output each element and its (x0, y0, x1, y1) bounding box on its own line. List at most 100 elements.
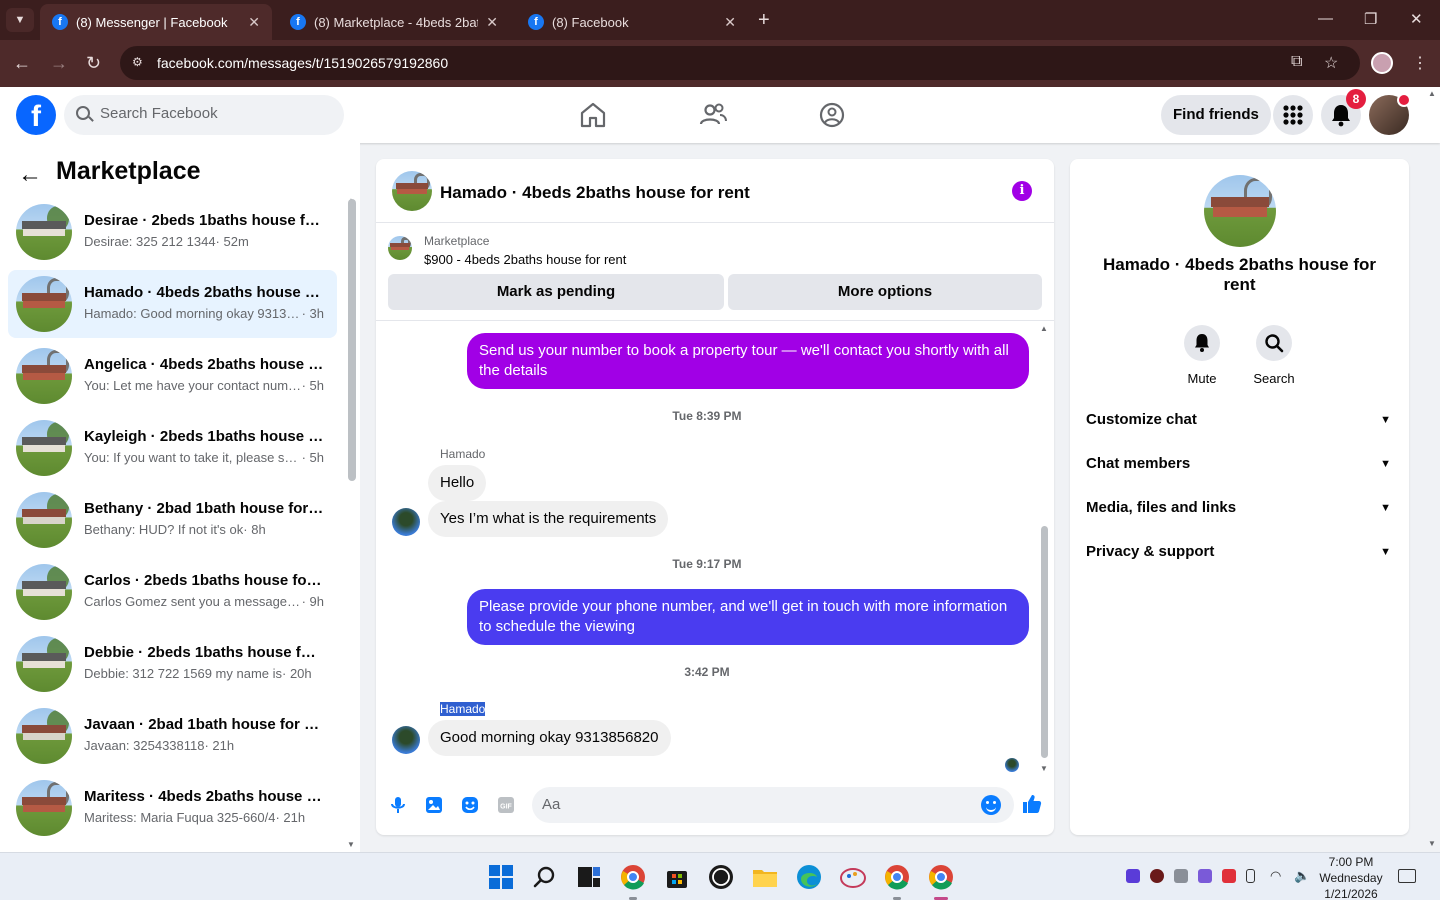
tray-app-icon[interactable] (1222, 869, 1236, 883)
close-tab-icon[interactable]: ✕ (724, 14, 736, 31)
conversation-item[interactable]: Kayleigh · 2beds 1baths house for rent Yo… (8, 414, 337, 482)
chrome-active-icon[interactable] (927, 863, 955, 891)
task-view-icon[interactable] (575, 863, 603, 891)
tray-app-icon[interactable] (1150, 869, 1164, 883)
media-files-links-section[interactable]: Media, files and links ▼ (1086, 486, 1393, 530)
more-options-button[interactable]: More options (728, 274, 1042, 310)
notification-center-icon[interactable] (1398, 869, 1416, 883)
conversation-item[interactable]: Bethany · 2bad 1bath house for rent Betha… (8, 486, 337, 554)
reload-icon[interactable]: ↻ (86, 52, 101, 74)
whatsapp-icon[interactable] (707, 863, 735, 891)
tray-app-icon[interactable] (1126, 869, 1140, 883)
conversation-item[interactable]: Hamado · 4beds 2baths house for rent Hama… (8, 270, 337, 338)
install-app-icon[interactable]: ⧉ (1291, 53, 1302, 71)
close-tab-icon[interactable]: ✕ (248, 14, 260, 31)
sticker-icon[interactable] (460, 795, 480, 815)
scroll-down-icon[interactable]: ▼ (347, 840, 355, 849)
incoming-message[interactable]: Good morning okay 9313856820 (428, 720, 671, 756)
conversation-item[interactable]: Debbie · 2beds 1baths house for rent Debb… (8, 630, 337, 698)
mute-button[interactable]: Mute (1172, 325, 1232, 386)
outgoing-message[interactable]: Please provide your phone number, and we… (467, 589, 1029, 645)
scroll-down-icon[interactable]: ▼ (1040, 764, 1048, 773)
mark-as-pending-button[interactable]: Mark as pending (388, 274, 724, 310)
conversation-item[interactable]: Maritess · 4beds 2baths house for rent Ma… (8, 774, 337, 842)
site-info-icon[interactable]: ⚙ (132, 55, 143, 69)
battery-icon[interactable] (1246, 869, 1255, 883)
new-tab-button[interactable]: + (758, 8, 770, 32)
privacy-support-section[interactable]: Privacy & support ▼ (1086, 530, 1393, 574)
back-arrow-icon[interactable]: ← (13, 52, 31, 74)
forward-arrow-icon[interactable]: → (50, 52, 68, 74)
url-text[interactable]: facebook.com/messages/t/1519026579192860 (157, 55, 448, 71)
chrome-profile-icon[interactable] (883, 863, 911, 891)
listing-thumbnail[interactable] (392, 171, 432, 211)
account-avatar[interactable] (1369, 93, 1411, 135)
thumbs-up-icon[interactable] (1021, 793, 1043, 815)
minimize-icon[interactable]: — (1318, 10, 1333, 27)
microphone-icon[interactable] (388, 795, 408, 815)
customize-chat-section[interactable]: Customize chat ▼ (1086, 398, 1393, 442)
chat-scrollbar[interactable] (1041, 526, 1048, 758)
info-icon[interactable]: i (1012, 181, 1032, 201)
conversation-item[interactable]: Desirae · 2beds 1baths house for rent Des… (8, 198, 337, 266)
tab-marketplace[interactable]: f (8) Marketplace - 4beds 2baths ✕ (278, 4, 510, 40)
browser-profile-avatar[interactable] (1371, 52, 1393, 74)
wifi-icon[interactable]: ◠ (1270, 869, 1284, 883)
menu-grid-button[interactable] (1273, 95, 1313, 135)
windows-start-icon[interactable] (487, 863, 515, 891)
facebook-search[interactable] (64, 95, 344, 135)
search-icon[interactable] (531, 863, 559, 891)
search-label: Search (1253, 371, 1295, 386)
conversation-name: Javaan · 2bad 1bath house for rent (84, 716, 324, 733)
facebook-search-input[interactable] (100, 105, 330, 122)
listing-avatar[interactable] (1204, 175, 1276, 247)
outgoing-message[interactable]: Send us your number to book a property t… (467, 333, 1029, 389)
close-tab-icon[interactable]: ✕ (486, 14, 498, 31)
groups-icon[interactable] (816, 99, 848, 131)
page-scroll-down-icon[interactable]: ▼ (1428, 839, 1436, 848)
message-input[interactable] (542, 796, 962, 813)
home-icon[interactable] (577, 99, 609, 131)
photo-icon[interactable] (424, 795, 444, 815)
conversation-item[interactable]: Carlos · 2beds 1baths house for rent Carl… (8, 558, 337, 626)
listing-small-thumbnail[interactable] (388, 236, 412, 260)
page-scroll-up-icon[interactable]: ▲ (1428, 89, 1436, 98)
file-explorer-icon[interactable] (751, 863, 779, 891)
sender-avatar[interactable] (392, 508, 420, 536)
chat-title[interactable]: Hamado · 4beds 2baths house for rent (440, 183, 750, 203)
conversation-item[interactable]: Angelica · 4beds 2baths house for rent Yo… (8, 342, 337, 410)
friends-icon[interactable] (697, 99, 729, 131)
scroll-up-icon[interactable]: ▲ (1040, 324, 1048, 333)
incoming-message[interactable]: Yes I’m what is the requirements (428, 501, 669, 537)
maximize-icon[interactable]: ❐ (1364, 10, 1377, 28)
volume-icon[interactable]: 🔈 (1294, 869, 1310, 883)
browser-menu-icon[interactable]: ⋮ (1412, 53, 1428, 73)
microsoft-store-icon[interactable] (663, 863, 691, 891)
tab-messenger[interactable]: f (8) Messenger | Facebook ✕ (40, 4, 272, 40)
close-window-icon[interactable]: ✕ (1410, 10, 1423, 28)
conversation-list-scrollbar[interactable] (348, 199, 356, 481)
edge-icon[interactable] (795, 863, 823, 891)
emoji-icon[interactable] (981, 795, 1001, 815)
message-composer: GIF (376, 787, 1054, 827)
tray-app-icon[interactable] (1174, 869, 1188, 883)
omnibox[interactable]: ⚙ facebook.com/messages/t/15190265791928… (120, 46, 1360, 80)
gif-icon[interactable]: GIF (496, 795, 516, 815)
incoming-message[interactable]: Hello (428, 465, 487, 501)
bookmark-star-icon[interactable]: ☆ (1324, 53, 1338, 73)
listing-description[interactable]: $900 - 4beds 2baths house for rent (424, 252, 626, 267)
sender-avatar[interactable] (392, 726, 420, 754)
tab-search-button[interactable]: ▼ (6, 8, 34, 32)
tab-facebook[interactable]: f (8) Facebook ✕ (516, 4, 748, 40)
facebook-logo-icon[interactable]: f (16, 95, 56, 135)
system-clock[interactable]: 7:00 PM Wednesday 1/21/2026 (1316, 854, 1386, 900)
back-arrow-icon[interactable]: ← (18, 161, 42, 189)
chrome-icon[interactable] (619, 863, 647, 891)
find-friends-button[interactable]: Find friends (1161, 95, 1271, 135)
message-input-box[interactable] (532, 787, 1014, 823)
conversation-item[interactable]: Javaan · 2bad 1bath house for rent Javaan… (8, 702, 337, 770)
chat-members-section[interactable]: Chat members ▼ (1086, 442, 1393, 486)
tray-app-icon[interactable] (1198, 869, 1212, 883)
paint-icon[interactable] (839, 863, 867, 891)
search-in-conversation-button[interactable]: Search (1244, 325, 1304, 386)
